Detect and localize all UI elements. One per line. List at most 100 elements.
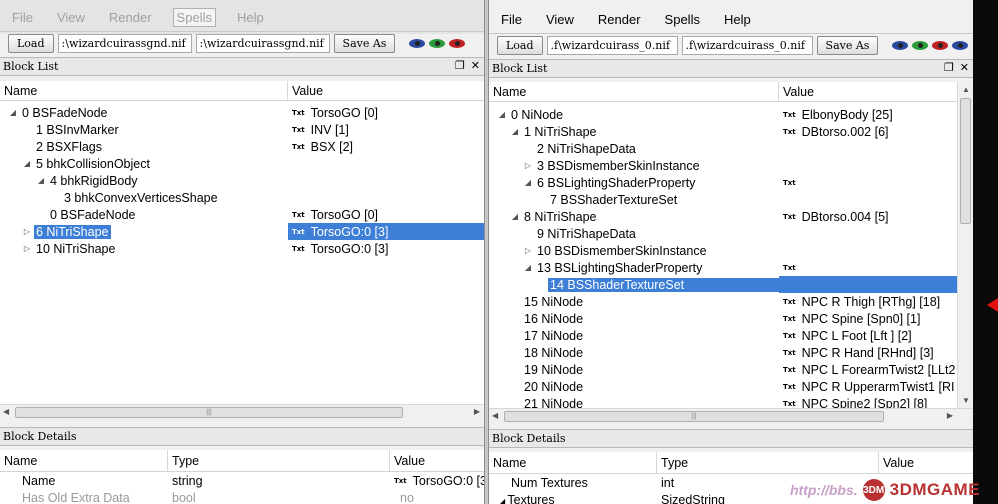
dcol-value[interactable]: Value bbox=[390, 450, 484, 471]
tree-header: Name Value bbox=[489, 82, 957, 102]
dcol-name[interactable]: Name bbox=[489, 452, 657, 473]
tree-row[interactable]: 14 BSShaderTextureSet bbox=[489, 276, 957, 293]
tree-row[interactable]: 19 NiNode Txt NPC L ForearmTwist2 [LLt2 bbox=[489, 361, 957, 378]
red-eye-icon[interactable] bbox=[932, 41, 949, 50]
collapsed-arrow-icon[interactable]: ▷ bbox=[523, 161, 533, 170]
blue-eye-icon[interactable] bbox=[409, 39, 426, 48]
expanded-arrow-icon[interactable]: ◢ bbox=[22, 159, 32, 168]
tree-row[interactable]: ◢ 6 BSLightingShaderProperty Txt bbox=[489, 174, 957, 191]
save-path-input[interactable]: .f\wizardcuirass_0.nif bbox=[681, 36, 813, 55]
txt-icon: Txt bbox=[292, 125, 305, 134]
tree-row[interactable]: 15 NiNode Txt NPC R Thigh [RThg] [18] bbox=[489, 293, 957, 310]
menu-file[interactable]: File bbox=[498, 11, 525, 28]
menu-spells[interactable]: Spells bbox=[172, 7, 216, 27]
menu-render[interactable]: Render bbox=[595, 11, 644, 28]
collapsed-arrow-icon[interactable]: ▷ bbox=[523, 246, 533, 255]
menu-file[interactable]: File bbox=[9, 9, 36, 26]
tree-row[interactable]: 20 NiNode Txt NPC R UpperarmTwist1 [RI bbox=[489, 378, 957, 395]
expanded-arrow-icon[interactable]: ◢ bbox=[523, 178, 533, 187]
menu-help[interactable]: Help bbox=[721, 11, 754, 28]
collapsed-arrow-icon[interactable]: ▷ bbox=[22, 244, 32, 253]
menu-view[interactable]: View bbox=[543, 11, 577, 28]
tree-row[interactable]: ◢ 8 NiTriShape Txt DBtorso.004 [5] bbox=[489, 208, 957, 225]
tree-row[interactable]: ▷ 10 NiTriShape Txt TorsoGO:0 [3] bbox=[0, 240, 484, 257]
tree-row[interactable]: ◢ 0 BSFadeNode Txt TorsoGO [0] bbox=[0, 104, 484, 121]
menu-spells[interactable]: Spells bbox=[662, 11, 703, 28]
red-eye-icon[interactable] bbox=[449, 39, 466, 48]
block-label: 1 BSInvMarker bbox=[36, 122, 119, 137]
block-list-hscrollbar[interactable]: ◀ ||| ▶ bbox=[489, 408, 973, 424]
menu-help[interactable]: Help bbox=[234, 9, 267, 26]
dcol-type[interactable]: Type bbox=[168, 450, 390, 471]
detail-name: ◢ Textures bbox=[489, 493, 657, 504]
col-value-header[interactable]: Value bbox=[779, 82, 957, 101]
tree-row[interactable]: 0 BSFadeNode Txt TorsoGO [0] bbox=[0, 206, 484, 223]
blue-eye-icon[interactable] bbox=[892, 41, 909, 50]
tree-row[interactable]: 16 NiNode Txt NPC Spine [Spn0] [1] bbox=[489, 310, 957, 327]
collapsed-arrow-icon[interactable]: ▷ bbox=[22, 227, 32, 236]
tree-row[interactable]: ◢ 0 NiNode Txt ElbonyBody [25] bbox=[489, 106, 957, 123]
tree-row[interactable]: 2 BSXFlags Txt BSX [2] bbox=[0, 138, 484, 155]
blue-eye-icon-2[interactable] bbox=[952, 41, 969, 50]
tree-row[interactable]: ▷ 3 BSDismemberSkinInstance bbox=[489, 157, 957, 174]
dcol-name[interactable]: Name bbox=[0, 450, 168, 471]
expanded-arrow-icon[interactable]: ◢ bbox=[510, 127, 520, 136]
tree-row[interactable]: ▷ 6 NiTriShape Txt TorsoGO:0 [3] bbox=[0, 223, 484, 240]
save-as-button[interactable]: Save As bbox=[333, 34, 396, 53]
float-icon[interactable]: ❐ bbox=[455, 59, 465, 72]
green-eye-icon[interactable] bbox=[429, 39, 446, 48]
dcol-value[interactable]: Value bbox=[879, 452, 973, 473]
tree-row[interactable]: ◢ 1 NiTriShape Txt DBtorso.002 [6] bbox=[489, 123, 957, 140]
tree-row[interactable]: ◢ 13 BSLightingShaderProperty Txt bbox=[489, 259, 957, 276]
left-nifskope-window: File View Render Spells Help Load :\wiza… bbox=[0, 0, 484, 504]
tree-row[interactable]: ◢ 5 bhkCollisionObject bbox=[0, 155, 484, 172]
tree-row[interactable]: 18 NiNode Txt NPC R Hand [RHnd] [3] bbox=[489, 344, 957, 361]
right-nifskope-window: File View Render Spells Help Load .f\wiz… bbox=[489, 0, 973, 504]
expanded-arrow-icon[interactable]: ◢ bbox=[510, 212, 520, 221]
block-list-vscrollbar[interactable]: ▲ ▼ bbox=[957, 82, 973, 408]
vscroll-thumb[interactable] bbox=[960, 98, 971, 224]
float-icon[interactable]: ❐ bbox=[944, 61, 954, 74]
block-list-hscrollbar[interactable]: ◀ ||| ▶ bbox=[0, 404, 484, 420]
close-icon[interactable]: ✕ bbox=[960, 61, 969, 74]
hscroll-thumb[interactable]: ||| bbox=[504, 411, 884, 422]
tree-row[interactable]: 2 NiTriShapeData bbox=[489, 140, 957, 157]
tree-row[interactable]: 3 bhkConvexVerticesShape bbox=[0, 189, 484, 206]
tree-row[interactable]: 7 BSShaderTextureSet bbox=[489, 191, 957, 208]
expanded-arrow-icon[interactable]: ◢ bbox=[523, 263, 533, 272]
menu-view[interactable]: View bbox=[54, 9, 88, 26]
render-viewport[interactable] bbox=[973, 0, 998, 504]
detail-row[interactable]: Name string Txt TorsoGO:0 [3] bbox=[0, 472, 484, 489]
tree-row[interactable]: ▷ 10 BSDismemberSkinInstance bbox=[489, 242, 957, 259]
load-path-input[interactable]: :\wizardcuirassgnd.nif bbox=[57, 34, 192, 53]
load-button[interactable]: Load bbox=[8, 34, 54, 53]
col-name-header[interactable]: Name bbox=[0, 81, 288, 100]
save-as-button[interactable]: Save As bbox=[816, 36, 879, 55]
col-value-header[interactable]: Value bbox=[288, 81, 484, 100]
menu-render[interactable]: Render bbox=[106, 9, 155, 26]
detail-value[interactable]: Txt TorsoGO:0 [3] bbox=[390, 474, 484, 488]
block-label: 6 BSLightingShaderProperty bbox=[537, 175, 696, 190]
block-label: 1 NiTriShape bbox=[524, 124, 597, 139]
txt-icon: Txt bbox=[783, 382, 796, 391]
save-path-input[interactable]: :\wizardcuirassgnd.nif bbox=[195, 34, 330, 53]
tree-row[interactable]: 21 NiNode Txt NPC Spine2 [Spn2] [8] bbox=[489, 395, 957, 409]
hscroll-thumb[interactable]: ||| bbox=[15, 407, 403, 418]
block-list-title: Block List ❐ ✕ bbox=[489, 59, 973, 78]
load-button[interactable]: Load bbox=[497, 36, 543, 55]
tree-row[interactable]: 9 NiTriShapeData bbox=[489, 225, 957, 242]
tree-row[interactable]: ◢ 4 bhkRigidBody bbox=[0, 172, 484, 189]
detail-row[interactable]: Has Old Extra Data bool no bbox=[0, 489, 484, 504]
close-icon[interactable]: ✕ bbox=[471, 59, 480, 72]
tree-row[interactable]: 1 BSInvMarker Txt INV [1] bbox=[0, 121, 484, 138]
tree-row[interactable]: 17 NiNode Txt NPC L Foot [Lft ] [2] bbox=[489, 327, 957, 344]
detail-value[interactable]: no bbox=[390, 491, 484, 504]
block-label: 3 bhkConvexVerticesShape bbox=[64, 190, 218, 205]
expanded-arrow-icon[interactable]: ◢ bbox=[8, 108, 18, 117]
load-path-input[interactable]: .f\wizardcuirass_0.nif bbox=[546, 36, 678, 55]
dcol-type[interactable]: Type bbox=[657, 452, 879, 473]
expanded-arrow-icon[interactable]: ◢ bbox=[36, 176, 46, 185]
expanded-arrow-icon[interactable]: ◢ bbox=[497, 110, 507, 119]
green-eye-icon[interactable] bbox=[912, 41, 929, 50]
col-name-header[interactable]: Name bbox=[489, 82, 779, 101]
